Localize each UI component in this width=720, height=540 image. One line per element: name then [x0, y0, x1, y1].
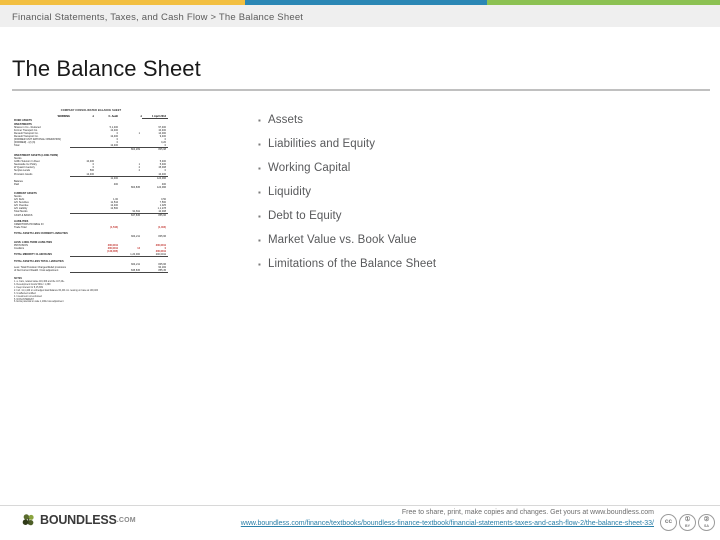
figure-cell-label: CASH & BANKS	[14, 214, 33, 218]
bullet-label: Working Capital	[268, 162, 351, 174]
balance-sheet-figure: COMPANY CONSOLIDATED BALANCE SHEET WORKI…	[12, 105, 170, 320]
topic-bullet-list: ▪ Assets ▪ Liabilities and Equity ▪ Working C…	[258, 108, 688, 276]
footer-divider	[0, 505, 720, 506]
page-title: The Balance Sheet	[12, 56, 201, 81]
figure-note: 6. Extra potential on sale 1,100u loss a…	[14, 301, 64, 304]
cc-badge-sublabel: SA	[704, 523, 709, 528]
figure-cell-c4: (1,404)	[158, 226, 166, 230]
bullet-label: Liabilities and Equity	[268, 138, 376, 150]
bullet-marker-icon: ▪	[258, 212, 261, 221]
bullet-marker-icon: ▪	[258, 188, 261, 197]
figure-sections: FIXED ASSETS INVESTMENTS Shares in Co - Re…	[12, 119, 170, 275]
figure-cell-c3: 824,211	[131, 234, 140, 238]
bullet-marker-icon: ▪	[258, 140, 261, 149]
figure-cell-c4: 805,98	[158, 148, 166, 152]
bullet-item: ▪ Limitations of the Balance Sheet	[258, 252, 688, 276]
cc-badge-icon: ② SA	[698, 514, 715, 531]
figure-cell-label: Trade Total	[14, 226, 27, 230]
figure-cell-c4: 200,0011	[140, 253, 168, 258]
figure-row: 824,211 845,96	[12, 235, 170, 238]
bullet-label: Liquidity	[268, 186, 312, 198]
figure-cell-c1	[70, 226, 94, 229]
figure-cell-c1	[70, 253, 94, 258]
bullet-item: ▪ Market Value vs. Book Value	[258, 228, 688, 252]
cc-badge-icon: cc	[660, 514, 677, 531]
figure-cell-c2	[94, 186, 118, 189]
title-divider	[12, 89, 710, 91]
figure-notes-list: 1. a. Cars, related value 116,400 and th…	[14, 281, 168, 304]
figure-cell-c1	[70, 148, 94, 151]
figure-cell-c4: 855,45	[140, 269, 168, 273]
cc-badge-glyph: cc	[664, 518, 673, 526]
figure-row: 804,845 124,096	[12, 186, 170, 189]
bullet-label: Market Value vs. Book Value	[268, 234, 417, 246]
figure-cell-c2	[94, 148, 118, 151]
bullet-item: ▪ Liabilities and Equity	[258, 132, 688, 156]
bullet-label: Debt to Equity	[268, 210, 342, 222]
figure-row: CASH & BANKS 847,845 855,96	[12, 214, 170, 217]
figure-notes: NOTES 1. a. Cars, related value 116,400 …	[12, 278, 170, 304]
figure-cell-label: of Net Current Wealth / Cost adjustment	[14, 268, 59, 272]
figure-cell-c3: 804,299	[130, 148, 140, 152]
figure-row: TOTAL MINORITY CLAIM BASIS 1,20,000 200,00…	[12, 252, 170, 258]
figure-cell-c2	[94, 214, 118, 217]
figure-caption: COMPANY CONSOLIDATED BALANCE SHEET	[60, 109, 122, 112]
figure-cell-c2: (1,544)	[110, 226, 118, 230]
breadcrumb: Financial Statements, Taxes, and Cash Fl…	[12, 12, 304, 23]
footer-free-notice: Free to share, print, make copies and ch…	[401, 509, 654, 516]
figure-cell-c1	[70, 186, 94, 189]
figure-cell-c3: 847,845	[130, 214, 140, 218]
figure-cell-label	[14, 148, 70, 151]
cc-badge-sublabel: BY	[685, 523, 690, 528]
figure-cell-c4: 845,96	[158, 234, 166, 238]
figure-cell-label	[14, 186, 70, 189]
bullet-item: ▪ Debt to Equity	[258, 204, 688, 228]
cc-badge-icon: ① BY	[679, 514, 696, 531]
figure-cell-c2	[94, 253, 118, 258]
bullet-label: Assets	[268, 114, 304, 126]
figure-row: 804,299 805,98	[12, 148, 170, 151]
breadcrumb-band: Financial Statements, Taxes, and Cash Fl…	[0, 5, 720, 27]
figure-cell-c1	[70, 269, 94, 273]
figure-cell-c2	[94, 235, 118, 238]
bullet-marker-icon: ▪	[258, 236, 261, 245]
figure-cell-c1	[70, 235, 94, 238]
figure-cell-c3: 804,845	[130, 185, 140, 189]
figure-cell-label: TOTAL MINORITY CLAIM BASIS	[14, 252, 52, 256]
figure-cell-c3	[118, 226, 140, 229]
bullet-marker-icon: ▪	[258, 164, 261, 173]
figure-cell-c2	[94, 269, 118, 273]
figure-cell-c4: 855,96	[158, 214, 166, 218]
bullet-item: ▪ Assets	[258, 108, 688, 132]
figure-cell-label	[14, 235, 70, 238]
bullet-label: Limitations of the Balance Sheet	[268, 258, 437, 270]
figure-cell-c4: 124,096	[156, 185, 166, 189]
figure-cell-c1	[70, 214, 94, 217]
figure-cell-c3: 845,845	[118, 269, 140, 273]
footer-source-link[interactable]: www.boundless.com/finance/textbooks/boun…	[0, 520, 654, 527]
figure-row: of Net Current Wealth / Cost adjustment 8…	[12, 269, 170, 273]
bullet-marker-icon: ▪	[258, 116, 261, 125]
figure-row: Trade Total (1,544) (1,404)	[12, 226, 170, 229]
figure-cell-c3: 1,20,000	[118, 253, 140, 258]
creative-commons-badges: cc ① BY ② SA	[660, 514, 715, 531]
bullet-marker-icon: ▪	[258, 260, 261, 269]
bullet-item: ▪ Liquidity	[258, 180, 688, 204]
bullet-item: ▪ Working Capital	[258, 156, 688, 180]
